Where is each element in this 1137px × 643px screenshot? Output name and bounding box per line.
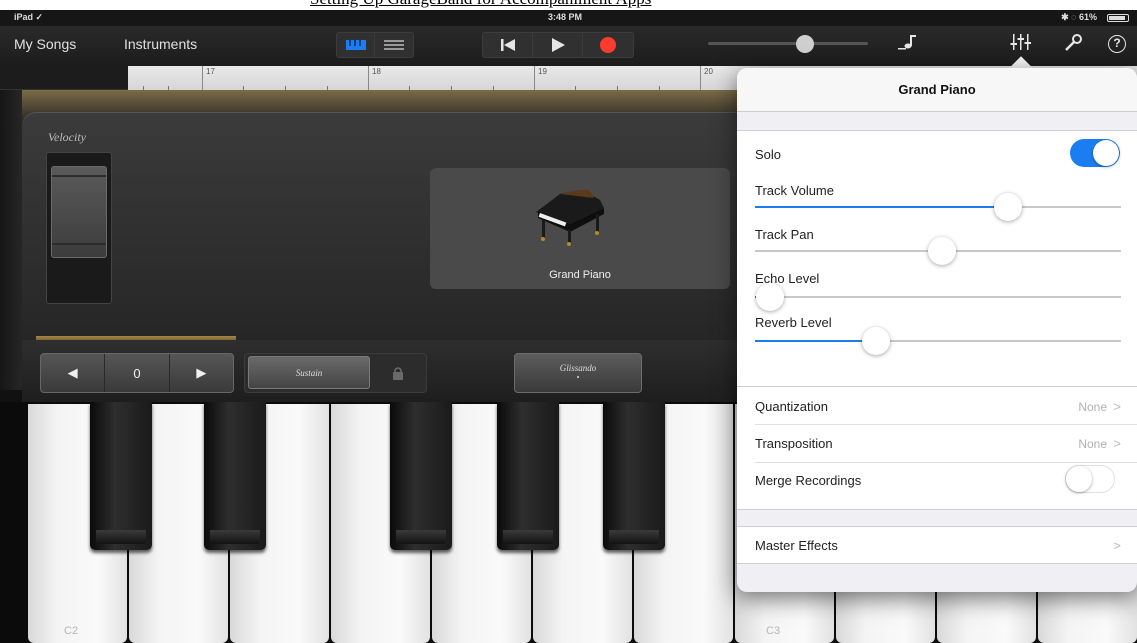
instrument-view-button[interactable]	[337, 33, 375, 57]
octave-up-button[interactable]: ▶	[170, 354, 233, 392]
wrench-icon	[1065, 34, 1082, 51]
master-volume-thumb[interactable]	[796, 35, 814, 53]
octave-value: 0	[105, 354, 170, 392]
track-controls-popover: Grand Piano Solo Track Volume Track Pan …	[737, 68, 1137, 592]
black-key[interactable]	[90, 402, 152, 550]
keyboard-icon	[345, 40, 366, 50]
octave-down-button[interactable]: ◀	[41, 354, 106, 392]
settings-button[interactable]	[1062, 33, 1084, 55]
popover-title: Grand Piano	[737, 68, 1137, 112]
glissando-label: Glissando	[559, 363, 597, 373]
metronome-settings-button[interactable]	[896, 33, 918, 55]
octave-control: ◀ 0 ▶	[40, 353, 234, 393]
sustain-button[interactable]: Sustain	[248, 356, 370, 389]
quantization-label: Quantization	[755, 399, 828, 414]
tracks-icon	[384, 40, 404, 50]
garageband-window: Setting Up GarageBand for Accompaniment …	[0, 0, 1137, 643]
play-button[interactable]	[533, 33, 583, 57]
black-key[interactable]	[204, 402, 266, 550]
key-label-c3: C3	[766, 625, 781, 637]
black-key[interactable]	[603, 402, 665, 550]
track-pan-slider[interactable]	[755, 237, 1121, 265]
key-label-c2: C2	[64, 625, 79, 637]
status-bar: iPad ✓ 3:48 PM ✱ ◌ 61%	[0, 10, 1137, 26]
battery-icon	[1107, 14, 1129, 22]
slider-thumb[interactable]	[861, 327, 890, 355]
solo-toggle[interactable]	[1070, 139, 1120, 167]
master-effects-label: Master Effects	[755, 538, 838, 553]
bar-number: 18	[372, 67, 381, 76]
echo-level-slider[interactable]	[755, 283, 1121, 311]
transposition-label: Transposition	[755, 436, 833, 451]
grand-piano-icon	[536, 190, 604, 246]
chevron-right-icon: >	[1113, 399, 1121, 414]
chevron-right-icon: >	[1113, 436, 1121, 451]
black-key[interactable]	[390, 402, 452, 550]
track-volume-slider[interactable]	[755, 193, 1121, 221]
quantization-row[interactable]: Quantization None >	[737, 387, 1137, 425]
transposition-row[interactable]: Transposition None >	[737, 425, 1137, 463]
clock: 3:48 PM	[548, 12, 583, 22]
carrier-label: iPad ✓	[14, 12, 44, 22]
page-caption: Setting Up GarageBand for Accompaniment …	[0, 0, 1137, 10]
chevron-right-icon: >	[1113, 538, 1121, 553]
merge-recordings-label: Merge Recordings	[755, 473, 862, 488]
lock-icon[interactable]	[392, 366, 404, 380]
mix-section: Solo Track Volume Track Pan Echo Level R…	[737, 130, 1137, 422]
slider-thumb[interactable]	[927, 237, 956, 265]
record-icon	[600, 37, 616, 53]
my-songs-button[interactable]: My Songs	[14, 36, 76, 52]
bar-number: 20	[704, 67, 713, 76]
master-volume-slider[interactable]	[708, 42, 868, 45]
quantization-value: None	[1078, 400, 1107, 414]
bar-number: 19	[538, 67, 547, 76]
note-icon	[898, 35, 916, 50]
toolbar: My Songs Instruments	[0, 26, 1137, 66]
view-switcher	[336, 32, 414, 58]
solo-label: Solo	[755, 147, 782, 162]
master-effects-row[interactable]: Master Effects >	[737, 526, 1137, 564]
transposition-value: None	[1078, 437, 1107, 451]
black-key[interactable]	[497, 402, 559, 550]
slider-thumb[interactable]	[993, 193, 1022, 221]
recording-section: Quantization None > Transposition None >…	[737, 386, 1137, 510]
reverb-level-slider[interactable]	[755, 327, 1121, 355]
status-indicators: ✱ ◌ 61%	[1061, 12, 1097, 22]
help-icon[interactable]: ?	[1108, 35, 1126, 53]
velocity-handle[interactable]	[51, 166, 107, 258]
bar-number: 17	[206, 67, 215, 76]
tracks-view-button[interactable]	[375, 33, 413, 57]
slider-thumb[interactable]	[755, 283, 784, 311]
mixer-icon	[1010, 34, 1031, 50]
play-icon	[551, 38, 565, 52]
instrument-name: Grand Piano	[549, 269, 611, 281]
merge-recordings-toggle[interactable]	[1065, 465, 1115, 493]
glissando-indicator: •	[576, 373, 580, 382]
record-button[interactable]	[583, 33, 633, 57]
transport-controls	[482, 32, 634, 58]
caption-text: Setting Up GarageBand for Accompaniment …	[310, 0, 651, 9]
glissando-button[interactable]: Glissando •	[514, 353, 642, 393]
velocity-label: Velocity	[48, 130, 86, 144]
rewind-icon	[500, 39, 515, 51]
rewind-button[interactable]	[483, 33, 533, 57]
track-controls-button[interactable]	[1010, 33, 1032, 55]
instruments-button[interactable]: Instruments	[124, 36, 197, 52]
